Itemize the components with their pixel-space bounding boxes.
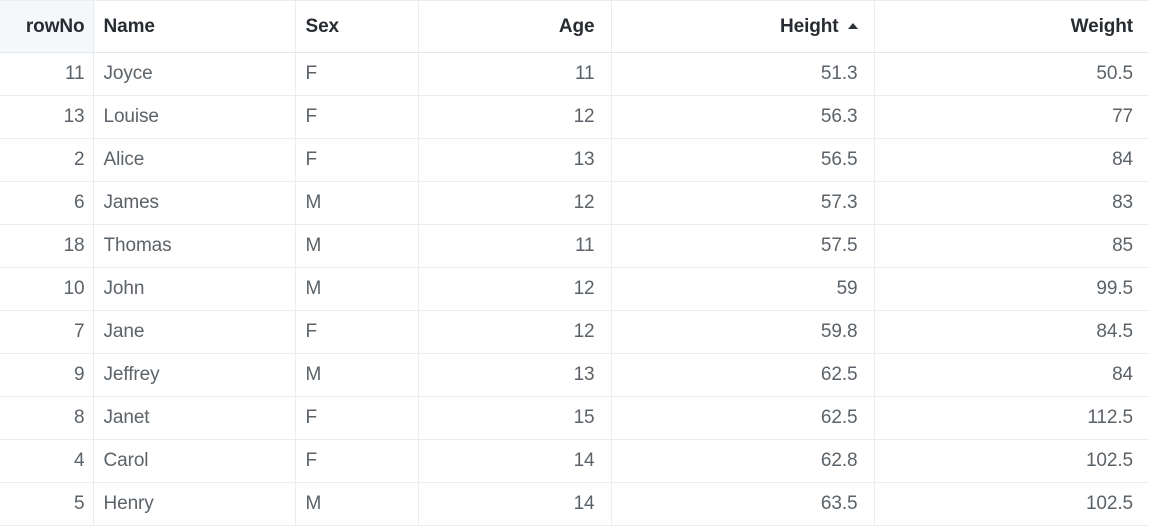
column-header-name[interactable]: Name [93, 0, 296, 53]
table-cell-height[interactable]: 62.8 [611, 439, 875, 483]
column-header-label-sex: Sex [305, 15, 340, 37]
table-cell-name[interactable]: Janet [93, 396, 296, 440]
table-cell-weight[interactable]: 83 [874, 181, 1149, 225]
table-cell-sex[interactable]: M [295, 482, 419, 526]
table-cell-name[interactable]: Jane [93, 310, 296, 354]
table-header: rowNo Name Sex Age Height Weight [0, 0, 1149, 53]
column-header-age[interactable]: Age [418, 0, 612, 53]
table-cell-weight[interactable]: 102.5 [874, 439, 1149, 483]
table-cell-sex[interactable]: M [295, 224, 419, 268]
table-cell-weight[interactable]: 50.5 [874, 52, 1149, 96]
table-row[interactable]: 13 Louise F 12 56.3 77 [0, 95, 1149, 139]
table-cell-name[interactable]: James [93, 181, 296, 225]
table-cell-age[interactable]: 15 [418, 396, 612, 440]
table-row[interactable]: 6 James M 12 57.3 83 [0, 181, 1149, 225]
data-grid-viewport[interactable]: rowNo Name Sex Age Height Weight 11 Joyc… [0, 0, 1149, 528]
table-cell-weight[interactable]: 112.5 [874, 396, 1149, 440]
table-row[interactable]: 7 Jane F 12 59.8 84.5 [0, 310, 1149, 354]
table-cell-height[interactable]: 56.3 [611, 95, 875, 139]
table-cell-sex[interactable]: F [295, 396, 419, 440]
table-cell-sex[interactable]: F [295, 138, 419, 182]
column-header-label-weight: Weight [1070, 15, 1133, 37]
table-cell-sex[interactable]: M [295, 267, 419, 311]
column-header-label-name: Name [103, 15, 155, 37]
column-header-label-rowno: rowNo [25, 15, 85, 37]
table-cell-age[interactable]: 12 [418, 267, 612, 311]
table-cell-weight[interactable]: 102.5 [874, 482, 1149, 526]
table-cell-height[interactable]: 62.5 [611, 396, 875, 440]
table-cell-name[interactable]: Joyce [93, 52, 296, 96]
table-cell-weight[interactable]: 85 [874, 224, 1149, 268]
table-body: 11 Joyce F 11 51.3 50.5 13 Louise F 12 56.3 77 2 Alic… [0, 52, 1149, 526]
table-cell-height[interactable]: 57.5 [611, 224, 875, 268]
column-header-weight[interactable]: Weight [874, 0, 1149, 53]
table-cell-name[interactable]: Alice [93, 138, 296, 182]
table-cell-age[interactable]: 13 [418, 353, 612, 397]
table-cell-age[interactable]: 12 [418, 310, 612, 354]
table-cell-name[interactable]: John [93, 267, 296, 311]
row-number-cell[interactable]: 13 [0, 95, 94, 139]
table-row[interactable]: 9 Jeffrey M 13 62.5 84 [0, 353, 1149, 397]
table-row[interactable]: 10 John M 12 59 99.5 [0, 267, 1149, 311]
table-cell-sex[interactable]: F [295, 310, 419, 354]
table-row[interactable]: 4 Carol F 14 62.8 102.5 [0, 439, 1149, 483]
table-row[interactable]: 11 Joyce F 11 51.3 50.5 [0, 52, 1149, 96]
table-cell-age[interactable]: 11 [418, 52, 612, 96]
table-cell-height[interactable]: 57.3 [611, 181, 875, 225]
sort-ascending-triangle-icon[interactable] [847, 22, 858, 29]
table-row[interactable]: 8 Janet F 15 62.5 112.5 [0, 396, 1149, 440]
table-cell-name[interactable]: Thomas [93, 224, 296, 268]
table-cell-sex[interactable]: M [295, 181, 419, 225]
table-cell-height[interactable]: 51.3 [611, 52, 875, 96]
table-row[interactable]: 2 Alice F 13 56.5 84 [0, 138, 1149, 182]
table-cell-age[interactable]: 12 [418, 95, 612, 139]
table-cell-height[interactable]: 59 [611, 267, 875, 311]
table-cell-sex[interactable]: F [295, 95, 419, 139]
data-table: rowNo Name Sex Age Height Weight 11 Joyc… [0, 0, 1149, 526]
table-cell-age[interactable]: 14 [418, 439, 612, 483]
row-number-cell[interactable]: 18 [0, 224, 94, 268]
table-cell-weight[interactable]: 99.5 [874, 267, 1149, 311]
row-number-cell[interactable]: 7 [0, 310, 94, 354]
table-cell-weight[interactable]: 84.5 [874, 310, 1149, 354]
table-cell-height[interactable]: 62.5 [611, 353, 875, 397]
table-cell-age[interactable]: 11 [418, 224, 612, 268]
row-number-cell[interactable]: 5 [0, 482, 94, 526]
column-header-sex[interactable]: Sex [295, 0, 419, 53]
row-number-cell[interactable]: 2 [0, 138, 94, 182]
table-cell-name[interactable]: Henry [93, 482, 296, 526]
table-cell-height[interactable]: 63.5 [611, 482, 875, 526]
column-header-label-age: Age [558, 15, 595, 37]
column-header-label-height: Height [779, 15, 839, 37]
row-number-cell[interactable]: 4 [0, 439, 94, 483]
table-cell-sex[interactable]: F [295, 439, 419, 483]
table-cell-sex[interactable]: F [295, 52, 419, 96]
table-cell-name[interactable]: Louise [93, 95, 296, 139]
table-cell-height[interactable]: 56.5 [611, 138, 875, 182]
table-cell-weight[interactable]: 77 [874, 95, 1149, 139]
table-row[interactable]: 5 Henry M 14 63.5 102.5 [0, 482, 1149, 526]
table-cell-age[interactable]: 14 [418, 482, 612, 526]
column-header-rowno[interactable]: rowNo [0, 0, 94, 53]
table-cell-height[interactable]: 59.8 [611, 310, 875, 354]
table-cell-age[interactable]: 12 [418, 181, 612, 225]
table-cell-sex[interactable]: M [295, 353, 419, 397]
table-cell-name[interactable]: Jeffrey [93, 353, 296, 397]
row-number-cell[interactable]: 10 [0, 267, 94, 311]
row-number-cell[interactable]: 6 [0, 181, 94, 225]
table-cell-name[interactable]: Carol [93, 439, 296, 483]
table-row[interactable]: 18 Thomas M 11 57.5 85 [0, 224, 1149, 268]
table-cell-age[interactable]: 13 [418, 138, 612, 182]
row-number-cell[interactable]: 9 [0, 353, 94, 397]
column-header-height[interactable]: Height [611, 0, 875, 53]
row-number-cell[interactable]: 11 [0, 52, 94, 96]
table-cell-weight[interactable]: 84 [874, 138, 1149, 182]
row-number-cell[interactable]: 8 [0, 396, 94, 440]
table-cell-weight[interactable]: 84 [874, 353, 1149, 397]
header-row: rowNo Name Sex Age Height Weight [0, 0, 1149, 53]
